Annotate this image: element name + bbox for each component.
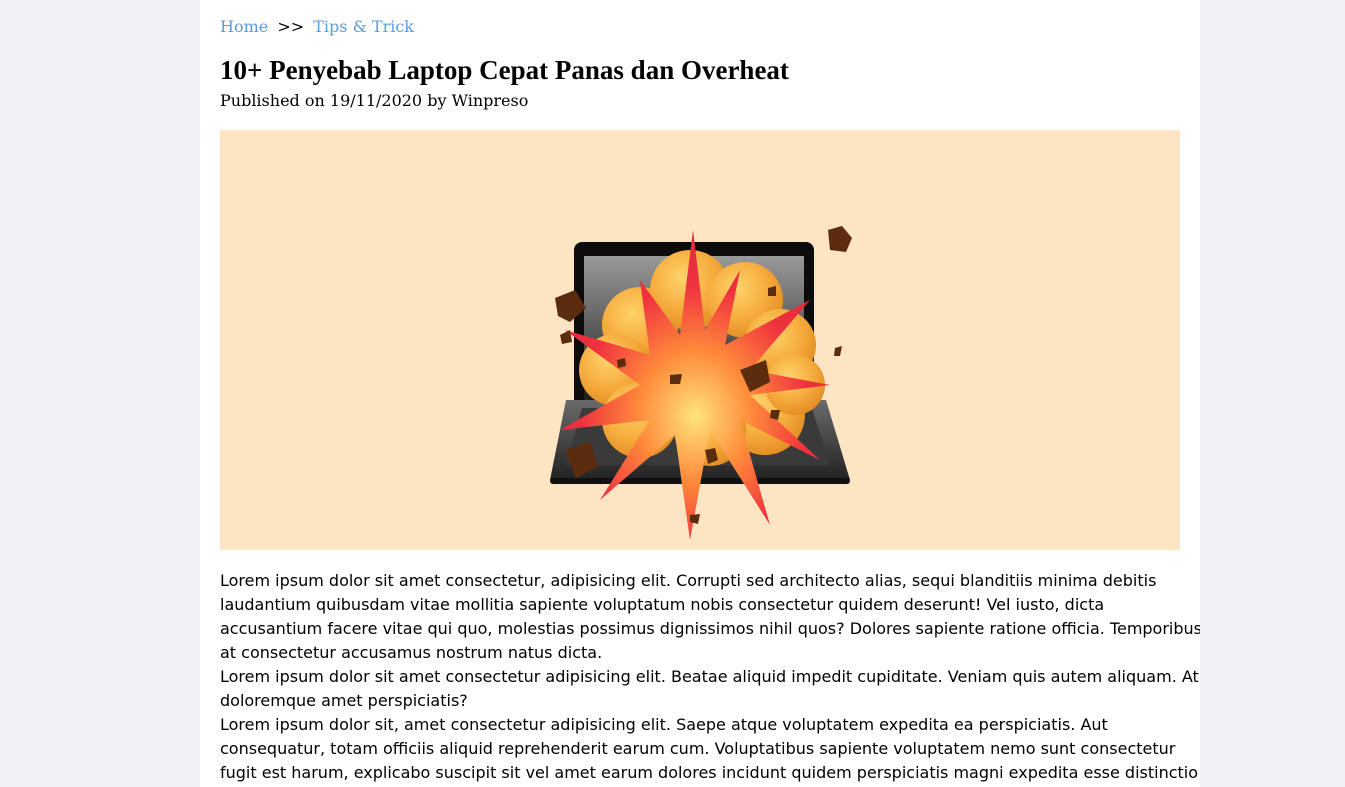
hero-image	[220, 130, 1180, 550]
article-paragraph: Lorem ipsum dolor sit amet consectetur, …	[220, 571, 1200, 662]
article-meta: Published on 19/11/2020 by Winpreso	[220, 90, 528, 112]
article-paragraph: Lorem ipsum dolor sit amet consectetur a…	[220, 667, 1199, 710]
published-prefix: Published on	[220, 91, 325, 110]
article-paragraph: Lorem ipsum dolor sit, amet consectetur …	[220, 715, 1199, 782]
breadcrumb-category-link[interactable]: Tips & Trick	[313, 17, 414, 36]
author-name: Winpreso	[451, 91, 529, 110]
breadcrumb-home-link[interactable]: Home	[220, 17, 268, 36]
page-title: 10+ Penyebab Laptop Cepat Panas dan Over…	[220, 55, 789, 85]
author-prefix: by	[427, 91, 447, 110]
published-date: 19/11/2020	[329, 91, 423, 110]
article-body: Lorem ipsum dolor sit amet consectetur, …	[220, 569, 1200, 785]
breadcrumb-separator: >>	[277, 17, 305, 36]
breadcrumb: Home >> Tips & Trick	[220, 16, 414, 38]
exploding-laptop-illustration	[550, 226, 852, 540]
article-page: Home >> Tips & Trick 10+ Penyebab Laptop…	[200, 0, 1200, 787]
